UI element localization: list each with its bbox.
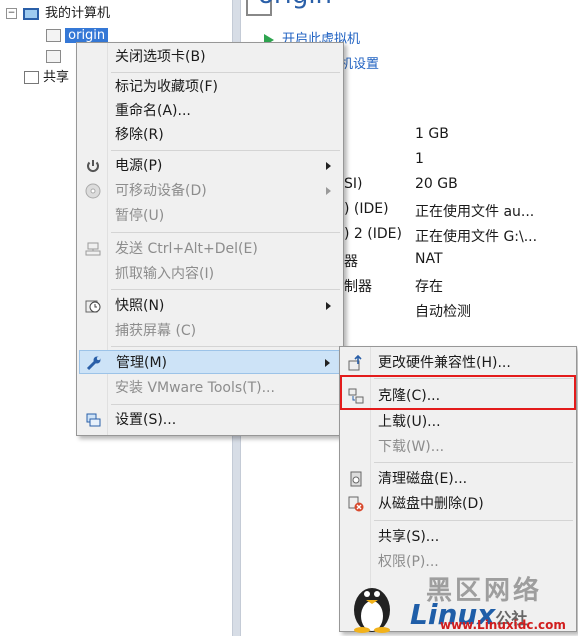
vm-context-menu: 关闭选项卡(B) 标记为收藏项(F) 重命名(A)... 移除(R) 电源(P)… — [76, 42, 344, 436]
menu-separator — [111, 289, 340, 290]
menu-separator — [111, 232, 340, 233]
menu-item-label: 快照(N) — [115, 298, 165, 314]
tree-root-row[interactable]: − 我的计算机 — [6, 4, 110, 24]
menu-item-snapshot[interactable]: 快照(N) — [79, 294, 341, 318]
device-name: ) 2 (IDE) — [344, 226, 402, 242]
menu-item-upload[interactable]: 上载(U)... — [342, 410, 574, 434]
menu-item-removable-devices[interactable]: 可移动设备(D) — [79, 179, 341, 203]
tree-item-shared[interactable]: 共享 — [24, 68, 69, 88]
watermark: 黑区网络 Linux公社 www.Linuxidc.com — [340, 568, 578, 636]
vm-title: origin — [258, 0, 332, 10]
submenu-arrow-icon — [326, 187, 331, 195]
menu-item-label: 可移动设备(D) — [115, 183, 207, 199]
computer-icon — [23, 7, 39, 20]
device-value: 20 GB — [415, 176, 458, 192]
tree-shared-label: 共享 — [43, 70, 70, 85]
menu-item-label: 设置(S)... — [115, 412, 177, 428]
menu-item-label: 共享(S)... — [378, 529, 440, 545]
menu-item-label: 关闭选项卡(B) — [115, 49, 206, 65]
menu-item-label: 移除(R) — [115, 127, 164, 143]
menu-separator — [111, 72, 340, 73]
power-icon — [87, 160, 99, 172]
menu-item-label: 更改硬件兼容性(H)... — [378, 355, 511, 371]
wrench-icon — [86, 356, 101, 371]
device-value: 正在使用文件 au... — [415, 204, 535, 220]
menu-item-label: 下载(W)... — [378, 439, 445, 455]
menu-item-power[interactable]: 电源(P) — [79, 154, 341, 178]
menu-item-rename[interactable]: 重命名(A)... — [79, 99, 341, 123]
menu-item-label: 发送 Ctrl+Alt+Del(E) — [115, 241, 258, 257]
menu-item-grab-input[interactable]: 抓取输入内容(I) — [79, 262, 341, 286]
device-value: NAT — [415, 251, 443, 267]
device-value: 自动检测 — [415, 304, 471, 320]
menu-separator — [374, 462, 573, 463]
menu-item-share[interactable]: 共享(S)... — [342, 525, 574, 549]
device-value: 1 GB — [415, 126, 449, 142]
menu-item-favorite[interactable]: 标记为收藏项(F) — [79, 75, 341, 99]
menu-separator — [111, 150, 340, 151]
menu-item-label: 管理(M) — [116, 355, 168, 371]
device-value: 正在使用文件 G:\... — [415, 229, 538, 245]
menu-item-remove[interactable]: 移除(R) — [79, 123, 341, 147]
tree-item-vm-2[interactable] — [46, 47, 61, 67]
tree-root-label: 我的计算机 — [45, 6, 111, 21]
menu-separator — [111, 346, 340, 347]
clean-disk-icon — [350, 471, 362, 487]
menu-item-settings[interactable]: 设置(S)... — [79, 408, 341, 432]
menu-item-label: 安装 VMware Tools(T)... — [115, 380, 275, 396]
settings-icon — [86, 413, 101, 427]
snapshot-clock-icon — [85, 300, 101, 313]
menu-item-label: 清理磁盘(E)... — [378, 471, 468, 487]
edit-settings-link-label: 机设置 — [340, 57, 380, 72]
tux-penguin-logo — [354, 588, 390, 633]
menu-item-manage[interactable]: 管理(M) — [79, 350, 341, 374]
menu-item-label: 暂停(U) — [115, 208, 165, 224]
submenu-arrow-icon — [325, 359, 330, 367]
disc-icon — [85, 183, 101, 199]
menu-item-label: 重命名(A)... — [115, 103, 191, 119]
vm-icon — [46, 29, 61, 42]
menu-item-download[interactable]: 下载(W)... — [342, 435, 574, 459]
menu-item-change-hardware-compat[interactable]: 更改硬件兼容性(H)... — [342, 351, 574, 375]
submenu-arrow-icon — [326, 302, 331, 310]
vm-icon — [46, 50, 61, 63]
collapse-icon[interactable]: − — [6, 8, 17, 19]
menu-item-close-tab[interactable]: 关闭选项卡(B) — [79, 45, 341, 69]
device-name: 制器 — [344, 279, 372, 295]
clone-highlight-outline — [340, 375, 576, 410]
menu-item-label: 上载(U)... — [378, 414, 441, 430]
hardware-upgrade-icon — [348, 355, 362, 371]
menu-item-install-vmware-tools[interactable]: 安装 VMware Tools(T)... — [79, 376, 341, 400]
delete-from-disk-icon — [348, 496, 364, 512]
keyboard-send-icon — [85, 242, 101, 256]
device-name: 器 — [344, 254, 358, 270]
menu-item-clean-disks[interactable]: 清理磁盘(E)... — [342, 467, 574, 491]
tree-item-origin-label: origin — [65, 28, 109, 43]
menu-item-send-ctrl-alt-del[interactable]: 发送 Ctrl+Alt+Del(E) — [79, 237, 341, 261]
edit-settings-link[interactable]: 机设置 — [340, 53, 379, 72]
submenu-arrow-icon — [326, 162, 331, 170]
menu-item-capture-screen[interactable]: 捕获屏幕 (C) — [79, 319, 341, 343]
menu-item-label: 抓取输入内容(I) — [115, 266, 215, 282]
menu-item-pause[interactable]: 暂停(U) — [79, 204, 341, 228]
watermark-url: www.Linuxidc.com — [440, 618, 566, 632]
menu-item-label: 电源(P) — [115, 158, 163, 174]
device-value: 1 — [415, 151, 424, 167]
menu-item-label: 捕获屏幕 (C) — [115, 323, 197, 339]
menu-separator — [374, 520, 573, 521]
menu-item-delete-from-disk[interactable]: 从磁盘中删除(D) — [342, 492, 574, 516]
device-name: ) (IDE) — [344, 201, 389, 217]
device-value: 存在 — [415, 279, 443, 295]
menu-item-label: 从磁盘中删除(D) — [378, 496, 484, 512]
menu-separator — [111, 404, 340, 405]
menu-item-label: 标记为收藏项(F) — [115, 79, 218, 95]
shared-vms-icon — [24, 71, 39, 84]
device-name: SI) — [344, 176, 363, 192]
